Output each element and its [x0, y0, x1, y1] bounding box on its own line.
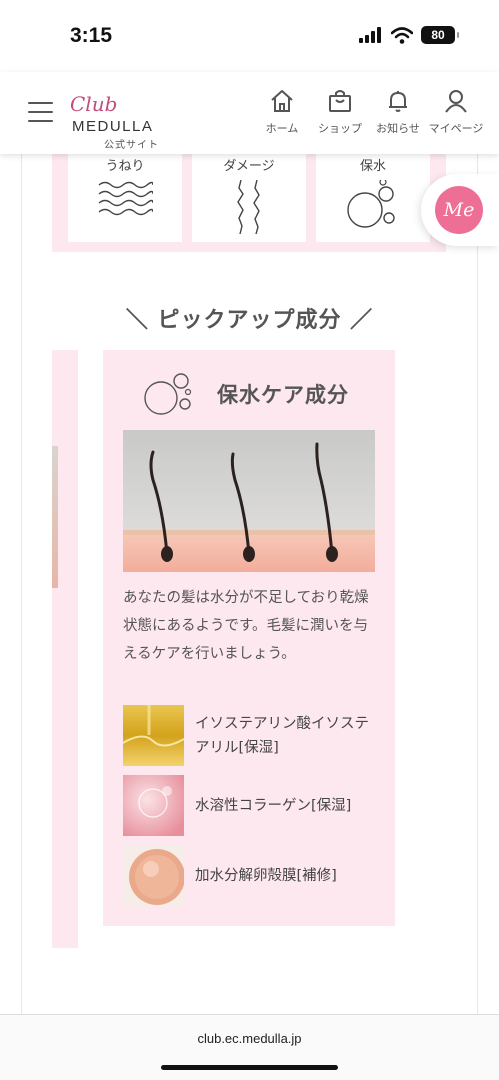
- logo-subtitle: 公式サイト: [104, 140, 159, 151]
- ingredient-thumbnail-eggshell: [123, 845, 185, 906]
- status-icons: 80: [359, 26, 459, 44]
- hair-type-label: ダメージ: [223, 159, 275, 174]
- me-floating-button[interactable]: Me: [421, 174, 499, 246]
- hair-type-label: 保水: [359, 159, 386, 174]
- browser-address-bar[interactable]: club.ec.medulla.jp: [0, 1014, 499, 1080]
- card-title: 保水ケア成分: [217, 383, 349, 407]
- prev-card-image: [52, 446, 58, 588]
- bubbles-icon: [144, 373, 192, 415]
- carousel-prev-card[interactable]: [52, 350, 78, 948]
- home-indicator[interactable]: [161, 1065, 338, 1070]
- menu-icon[interactable]: [28, 102, 53, 124]
- ingredient-item[interactable]: イソステアリン酸イソステアリル[保湿]: [122, 705, 379, 767]
- ingredient-item[interactable]: 加水分解卵殻膜[補修]: [123, 845, 379, 907]
- ingredient-thumbnail-oil: [122, 705, 185, 766]
- me-logo-icon: Me: [435, 186, 483, 234]
- hair-type-label: うねり: [105, 159, 145, 174]
- nav-news[interactable]: お知らせ: [369, 88, 427, 136]
- logo-brand-text: MEDULLA: [72, 118, 154, 135]
- scalp-hair-illustration: [123, 430, 375, 572]
- ingredient-name: 水溶性コラーゲン[保湿]: [195, 798, 352, 814]
- nav-shop-label: ショップ: [318, 122, 362, 135]
- card-header: 保水ケア成分: [143, 370, 349, 418]
- nav-mypage-label: マイページ: [428, 122, 484, 135]
- status-time: 3:15: [70, 24, 113, 47]
- hair-type-card-wave[interactable]: うねり: [68, 154, 182, 242]
- hair-type-card-moisture[interactable]: 保水: [316, 154, 430, 242]
- hair-type-card-damage[interactable]: ダメージ: [192, 154, 306, 242]
- wifi-icon: [391, 26, 413, 44]
- site-header: Club MEDULLA 公式サイト ホーム ショップ お知らせ マイページ: [0, 72, 499, 154]
- ingredient-thumbnail-collagen: [123, 775, 184, 836]
- frame-border-left: [21, 154, 22, 1014]
- damage-strands-icon: [237, 180, 260, 234]
- site-logo[interactable]: Club MEDULLA 公式サイト: [70, 92, 200, 151]
- card-description: あなたの髪は水分が不足しており乾燥状態にあるようです。毛髪に潤いを与えるケアを行…: [123, 590, 369, 662]
- cellular-signal-icon: [359, 27, 381, 43]
- ingredient-name: イソステアリン酸イソステアリル[保湿]: [195, 716, 369, 756]
- logo-club-text: Club: [70, 92, 118, 116]
- battery-icon: 80: [421, 26, 459, 44]
- wave-icon: [98, 181, 153, 216]
- pickup-section-title: ＼ ピックアップ成分 ／: [125, 308, 374, 333]
- nav-news-label: お知らせ: [376, 122, 420, 135]
- home-icon: [271, 90, 293, 112]
- nav-home-label: ホーム: [265, 122, 299, 135]
- browser-url[interactable]: club.ec.medulla.jp: [0, 1031, 499, 1046]
- bell-icon: [389, 91, 407, 112]
- header-nav: ホーム ショップ お知らせ マイページ: [253, 88, 485, 136]
- hair-type-panel: うねり ダメージ 保水: [52, 154, 446, 252]
- nav-shop[interactable]: ショップ: [311, 88, 369, 136]
- page-content[interactable]: うねり ダメージ 保水 Me ＼ ピックアップ成分 ／ 保水ケア成分 あなたの髪…: [0, 154, 499, 1014]
- shopping-bag-icon: [329, 90, 351, 112]
- bubbles-icon: [347, 180, 395, 228]
- frame-border-right: [477, 154, 478, 1014]
- nav-mypage[interactable]: マイページ: [427, 88, 485, 136]
- user-icon: [445, 90, 467, 113]
- ingredient-name: 加水分解卵殻膜[補修]: [195, 868, 337, 884]
- ingredient-item[interactable]: 水溶性コラーゲン[保湿]: [123, 775, 379, 837]
- ingredient-card: 保水ケア成分 あなたの髪は水分が不足しており乾燥状態にあるようです。毛髪に潤いを…: [103, 350, 395, 926]
- status-bar: 3:15 80: [0, 0, 499, 72]
- nav-home[interactable]: ホーム: [253, 88, 311, 136]
